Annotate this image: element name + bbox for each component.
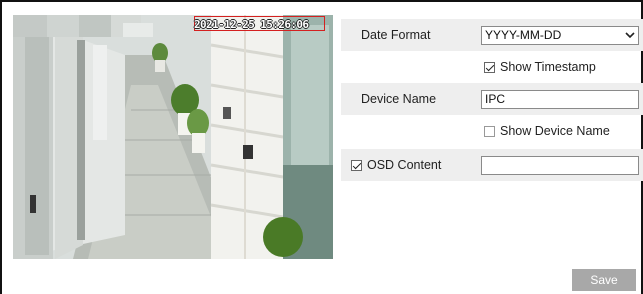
show-timestamp-label: Show Timestamp [500,60,596,74]
date-format-select[interactable]: YYYY-MM-DD [481,25,639,45]
device-name-row: Device Name IPC [341,83,643,115]
date-format-label: Date Format [361,28,431,42]
timestamp-osd-text: 2021-12-25 15:26:06 [194,18,309,31]
device-name-input[interactable]: IPC [481,89,639,109]
date-format-row: Date Format YYYY-MM-DD [341,19,643,51]
osd-settings-panel: Date Format YYYY-MM-DD Show Timestamp De… [341,19,643,181]
osd-content-checkbox[interactable] [351,159,362,171]
show-device-name-label: Show Device Name [500,124,610,138]
device-name-label: Device Name [361,92,437,106]
camera-preview[interactable]: 2021-12-25 15:26:06 [13,15,333,259]
save-button[interactable]: Save [572,269,636,291]
osd-settings-window: 2021-12-25 15:26:06 Date Format YYYY-MM-… [0,0,643,294]
show-device-name-row: Show Device Name [341,115,643,147]
chevron-down-icon [625,31,635,38]
date-format-value: YYYY-MM-DD [485,27,562,42]
camera-scene-image [13,15,333,259]
show-timestamp-toggle[interactable]: Show Timestamp [484,60,596,74]
show-timestamp-row: Show Timestamp [341,51,643,83]
show-timestamp-checkbox[interactable] [484,61,495,73]
osd-content-input[interactable] [481,155,639,175]
osd-content-toggle[interactable]: OSD Content [351,158,441,172]
show-device-name-toggle[interactable]: Show Device Name [484,124,610,138]
show-device-name-checkbox[interactable] [484,125,495,137]
osd-content-row: OSD Content [341,149,643,181]
osd-content-label: OSD Content [367,158,442,172]
